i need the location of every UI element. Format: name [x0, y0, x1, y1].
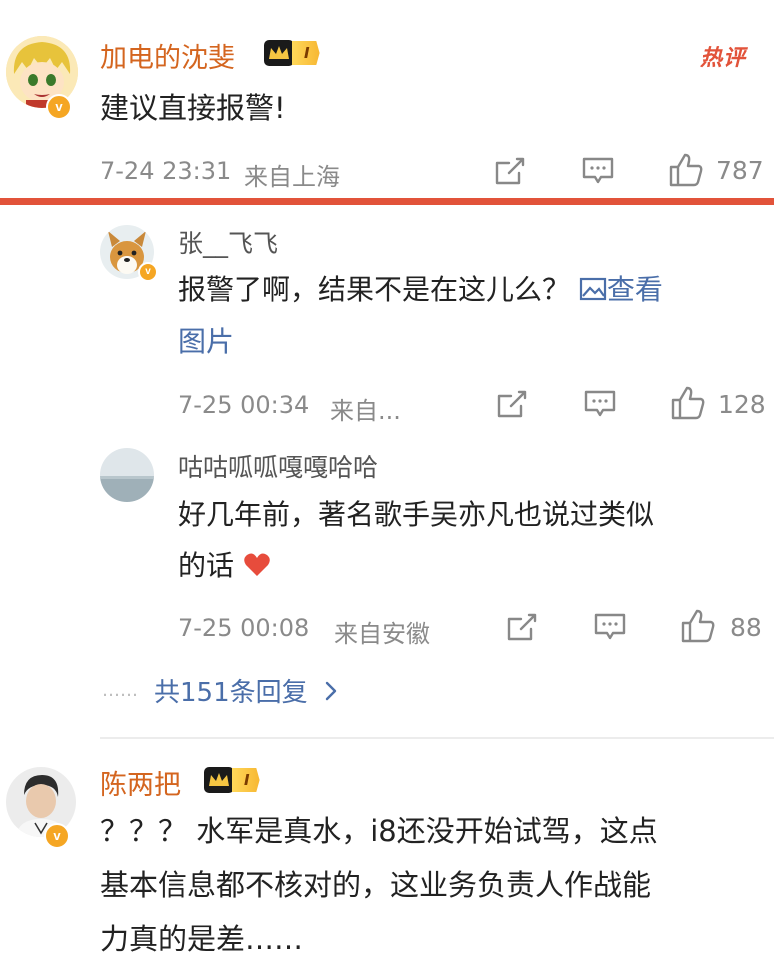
reply-location: 来自安徽: [334, 620, 430, 648]
verified-v-icon: v: [138, 262, 158, 282]
share-icon[interactable]: [493, 155, 527, 187]
hot-comment-badge: 热评: [700, 46, 747, 71]
level-tag: I: [292, 41, 320, 65]
heart-icon: [244, 553, 270, 576]
section-divider: [0, 198, 774, 205]
reply-location: 来自...: [330, 397, 401, 425]
comment-timestamp: 7-24 23:31: [100, 157, 232, 185]
user-level-badge: I: [204, 766, 260, 794]
verified-v-icon: v: [46, 94, 72, 120]
crown-icon: [264, 40, 294, 66]
view-image-link-continued[interactable]: 图片: [178, 314, 234, 370]
like-count: 128: [718, 390, 766, 419]
like-count: 88: [730, 613, 762, 642]
comment-icon[interactable]: [593, 611, 627, 643]
reply-timestamp: 7-25 00:34: [178, 391, 310, 419]
verified-v-icon: v: [44, 823, 70, 849]
comment-text: 建议直接报警!: [100, 91, 286, 125]
username[interactable]: 陈两把: [100, 763, 181, 802]
reply-timestamp: 7-25 00:08: [178, 614, 310, 642]
chevron-right-icon: [325, 681, 336, 700]
share-icon[interactable]: [505, 611, 539, 643]
more-replies-link[interactable]: …… 共151条回复: [102, 672, 340, 709]
username[interactable]: 咕咕呱呱嘎嘎哈哈: [178, 448, 378, 484]
reply-text-line: 好几年前，著名歌手吴亦凡也说过类似: [178, 498, 655, 531]
comment-icon[interactable]: [581, 155, 615, 187]
avatar[interactable]: [100, 448, 154, 502]
like-icon[interactable]: [670, 385, 706, 421]
user-level-badge: I: [264, 39, 320, 67]
view-image-link[interactable]: 查看: [579, 273, 663, 306]
comment-text-line: 力真的是差……: [100, 922, 304, 956]
crown-icon: [204, 767, 234, 793]
like-icon[interactable]: [680, 608, 716, 644]
reply-text-line: 的话: [178, 538, 271, 594]
more-replies-label: 共151条回复: [154, 678, 308, 708]
section-divider: [100, 737, 774, 739]
comment-text-line: 基本信息都不核对的，这业务负责人作战能: [100, 868, 652, 902]
like-icon[interactable]: [668, 152, 704, 188]
username[interactable]: 张__飞飞: [178, 224, 278, 260]
image-icon: [579, 277, 607, 301]
more-replies-dots: ……: [102, 680, 138, 701]
comment-location: 来自上海: [244, 163, 340, 191]
username[interactable]: 加电的沈斐: [100, 36, 235, 75]
like-count: 787: [716, 156, 764, 185]
reply-text-line: 报警了啊，结果不是在这儿么？: [178, 273, 571, 306]
reply-text: 报警了啊，结果不是在这儿么？ 查看: [178, 262, 663, 318]
comment-icon[interactable]: [583, 388, 617, 420]
avatar-image: [100, 448, 154, 502]
level-tag: I: [232, 768, 260, 792]
share-icon[interactable]: [495, 388, 529, 420]
comment-text-line: ？？？ 水军是真水，i8还没开始试驾，这点: [100, 814, 658, 848]
